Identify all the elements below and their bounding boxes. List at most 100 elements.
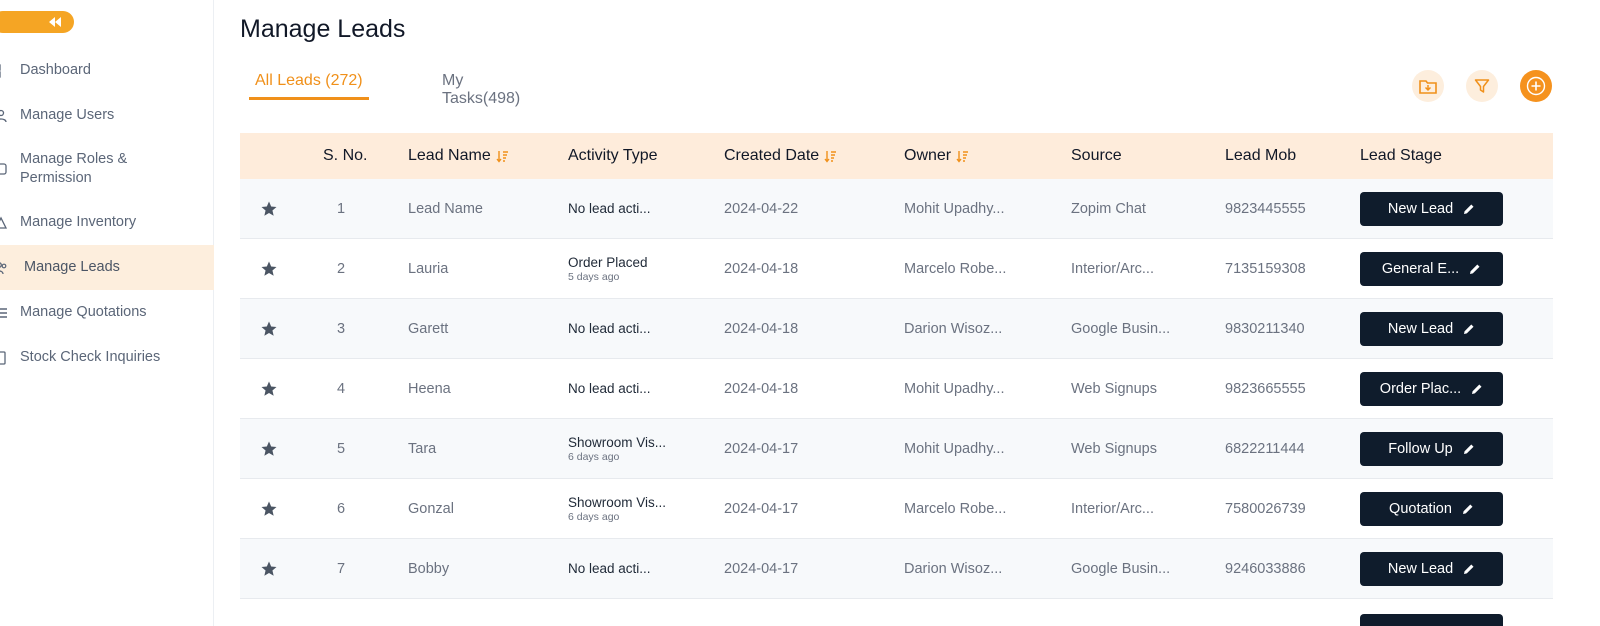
- star-icon: [261, 261, 276, 276]
- lead-stage-button[interactable]: [1360, 613, 1503, 626]
- table-row[interactable]: 3 Garett No lead acti... 2024-04-18 Dari…: [240, 299, 1553, 359]
- table-row[interactable]: 6 Gonzal Showroom Vis... 6 days ago 2024…: [240, 479, 1553, 539]
- sidebar-item-roles[interactable]: Manage Roles & Permission: [0, 138, 214, 200]
- header-owner[interactable]: Owner: [904, 147, 1071, 165]
- tab-my-tasks[interactable]: My Tasks(498): [442, 72, 520, 107]
- sidebar-item-label: Dashboard: [20, 62, 91, 78]
- favorite-star[interactable]: [240, 260, 297, 278]
- tab-bar: All Leads (272) My Tasks(498): [249, 72, 520, 107]
- cell-lead-name[interactable]: Lauria: [408, 261, 568, 277]
- favorite-star[interactable]: [240, 200, 297, 218]
- cell-owner: Marcelo Robe...: [904, 260, 1007, 277]
- sidebar-item-label: Manage Inventory: [20, 214, 137, 230]
- filter-button[interactable]: [1466, 70, 1498, 102]
- cell-activity: Order Placed 5 days ago: [568, 254, 724, 284]
- cell-owner: Mohit Upadhy...: [904, 200, 1005, 217]
- main-content: Manage Leads All Leads (272) My Tasks(49…: [240, 0, 1600, 626]
- favorite-star[interactable]: [240, 320, 297, 338]
- cell-lead-mob: 9823445555: [1225, 200, 1306, 217]
- quotations-icon: [0, 307, 7, 318]
- plus-circle-icon: [1526, 76, 1546, 96]
- cell-lead-mob: 9830211340: [1225, 320, 1305, 337]
- header-label: Created Date: [724, 147, 820, 164]
- cell-sno: 7: [337, 560, 346, 577]
- favorite-star[interactable]: [240, 440, 297, 458]
- tab-all-leads[interactable]: All Leads (272): [249, 72, 369, 100]
- lead-stage-button[interactable]: New Lead: [1360, 551, 1503, 586]
- favorite-star[interactable]: [240, 380, 297, 398]
- table-row[interactable]: 7 Bobby No lead acti... 2024-04-17 Dario…: [240, 539, 1553, 599]
- cell-lead-name[interactable]: Garett: [408, 321, 568, 337]
- cell-lead-mob: 9246033886: [1225, 560, 1306, 577]
- cell-lead-stage: New Lead: [1360, 551, 1550, 586]
- lead-stage-button[interactable]: Quotation: [1360, 491, 1503, 526]
- sidebar: Dashboard Manage Users Manage Roles & Per…: [0, 0, 214, 626]
- cell-lead-name[interactable]: Lead Name: [408, 201, 568, 217]
- activity-type: No lead acti...: [568, 201, 651, 216]
- cell-lead-name[interactable]: Tara: [408, 441, 568, 457]
- favorite-star[interactable]: [240, 500, 297, 518]
- sidebar-item-leads[interactable]: Manage Leads: [0, 245, 214, 290]
- activity-time: 5 days ago: [568, 270, 620, 283]
- header-lead-stage: Lead Stage: [1360, 147, 1442, 164]
- sidebar-item-quotations[interactable]: Manage Quotations: [0, 290, 214, 335]
- cell-lead-stage: New Lead: [1360, 311, 1550, 346]
- star-icon: [261, 561, 276, 576]
- sidebar-item-dashboard[interactable]: Dashboard: [0, 48, 214, 93]
- sidebar-collapse-button[interactable]: [0, 11, 74, 33]
- cell-source: Interior/Arc...: [1071, 500, 1154, 517]
- lead-stage-button[interactable]: New Lead: [1360, 191, 1503, 226]
- import-button[interactable]: [1412, 70, 1444, 102]
- dashboard-icon: [0, 63, 1, 78]
- lead-stage-button[interactable]: Follow Up: [1360, 431, 1503, 466]
- header-source: Source: [1071, 147, 1122, 164]
- lead-stage-label: Quotation: [1389, 500, 1452, 517]
- table-body: 1 Lead Name No lead acti... 2024-04-22 M…: [240, 179, 1553, 599]
- lead-stage-button[interactable]: General E...: [1360, 251, 1503, 286]
- lead-stage-label: New Lead: [1387, 560, 1454, 577]
- header-lead-mob: Lead Mob: [1225, 147, 1297, 164]
- toolbar-actions: [1412, 70, 1552, 102]
- favorite-star[interactable]: [240, 560, 297, 578]
- cell-lead-name[interactable]: Gonzal: [408, 501, 568, 517]
- sidebar-item-inventory[interactable]: Manage Inventory: [0, 200, 214, 245]
- sidebar-item-label: Manage Users: [20, 107, 115, 123]
- cell-sno: 2: [337, 260, 346, 277]
- lead-stage-label: New Lead: [1387, 320, 1454, 337]
- cell-lead-stage: General E...: [1360, 251, 1550, 286]
- header-label: Lead Name: [408, 147, 491, 164]
- sidebar-item-stock[interactable]: Stock Check Inquiries: [0, 335, 214, 380]
- lead-stage-button[interactable]: Order Plac...: [1360, 371, 1503, 406]
- roles-icon: [0, 163, 7, 175]
- header-lead-name[interactable]: Lead Name: [408, 147, 568, 165]
- page-title: Manage Leads: [240, 15, 406, 43]
- pencil-icon: [1464, 204, 1474, 214]
- table-header: S. No. Lead Name Activity Type Created D…: [240, 133, 1553, 179]
- cell-owner: Darion Wisoz...: [904, 320, 1003, 337]
- table-row-partial: [240, 599, 1553, 626]
- header-created-date[interactable]: Created Date: [724, 147, 904, 165]
- cell-created-date: 2024-04-17: [724, 500, 799, 517]
- cell-lead-name[interactable]: Bobby: [408, 561, 568, 577]
- cell-created-date: 2024-04-17: [724, 560, 799, 577]
- sort-icon: [496, 150, 508, 163]
- sidebar-item-users[interactable]: Manage Users: [0, 93, 214, 138]
- cell-lead-stage: Quotation: [1360, 491, 1550, 526]
- cell-sno: 4: [337, 380, 346, 397]
- pencil-icon: [1463, 444, 1474, 454]
- cell-activity: Showroom Vis... 6 days ago: [568, 494, 724, 524]
- cell-lead-mob: 7580026739: [1225, 500, 1306, 517]
- cell-activity: No lead acti...: [568, 380, 724, 397]
- table-row[interactable]: 1 Lead Name No lead acti... 2024-04-22 M…: [240, 179, 1553, 239]
- table-row[interactable]: 5 Tara Showroom Vis... 6 days ago 2024-0…: [240, 419, 1553, 479]
- lead-stage-label: Order Plac...: [1379, 380, 1462, 397]
- cell-lead-name[interactable]: Heena: [408, 381, 568, 397]
- add-lead-button[interactable]: [1520, 70, 1552, 102]
- cell-created-date: 2024-04-18: [724, 320, 799, 337]
- activity-type: No lead acti...: [568, 561, 651, 576]
- table-row[interactable]: 4 Heena No lead acti... 2024-04-18 Mohit…: [240, 359, 1553, 419]
- sidebar-nav: Dashboard Manage Users Manage Roles & Per…: [0, 48, 214, 380]
- table-row[interactable]: 2 Lauria Order Placed 5 days ago 2024-04…: [240, 239, 1553, 299]
- lead-stage-button[interactable]: New Lead: [1360, 311, 1503, 346]
- activity-type: Showroom Vis...: [568, 494, 667, 510]
